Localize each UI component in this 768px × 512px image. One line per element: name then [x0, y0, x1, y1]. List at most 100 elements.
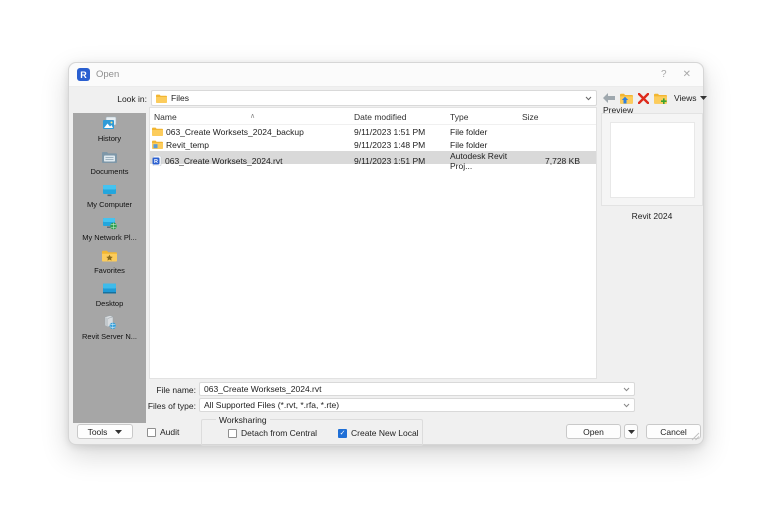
places-sidebar: History Documents My Computer My Network…: [73, 113, 146, 423]
file-name: 063_Create Worksets_2024_backup: [166, 126, 304, 137]
file-name-input[interactable]: 063_Create Worksets_2024.rvt: [199, 382, 635, 396]
svg-text:R: R: [154, 159, 158, 165]
history-icon: [101, 115, 118, 133]
back-button[interactable]: [603, 91, 615, 105]
file-name: 063_Create Worksets_2024.rvt: [165, 156, 283, 166]
revit-file-icon: R: [152, 156, 162, 166]
file-list-header: Name ∧ Date modified Type Size: [150, 108, 596, 125]
file-type: Autodesk Revit Proj...: [450, 151, 508, 171]
sidebar-item-label: History: [97, 134, 122, 143]
sidebar-item-label: My Network Pl...: [82, 233, 137, 242]
audit-option[interactable]: Audit: [147, 427, 179, 437]
folder-temp-icon: [152, 140, 163, 149]
views-label: Views: [674, 93, 697, 103]
sort-ascending-icon: ∧: [250, 113, 256, 120]
worksharing-label: Worksharing: [216, 415, 270, 425]
look-in-dropdown[interactable]: Files: [151, 90, 597, 106]
file-name-value: 063_Create Worksets_2024.rvt: [204, 384, 322, 394]
sidebar-item-my-computer[interactable]: My Computer: [73, 179, 146, 212]
revit-app-icon: R: [77, 68, 90, 81]
new-folder-button[interactable]: [654, 91, 667, 105]
help-button[interactable]: ?: [661, 69, 667, 80]
dialog-title: Open: [96, 69, 120, 80]
create-new-local-checkbox[interactable]: [338, 428, 347, 438]
chevron-down-icon: [623, 387, 630, 391]
sidebar-item-revit-server[interactable]: Revit Server N...: [73, 311, 146, 344]
sidebar-item-label: Favorites: [94, 266, 125, 275]
computer-icon: [101, 181, 118, 199]
chevron-down-icon: [623, 403, 630, 407]
file-date: 9/11/2023 1:51 PM: [354, 156, 426, 166]
file-row[interactable]: R 063_Create Worksets_2024.rvt 9/11/2023…: [150, 151, 596, 171]
folder-icon: [152, 127, 163, 136]
open-button[interactable]: Open: [566, 424, 621, 439]
views-caret-icon: [699, 96, 707, 100]
sidebar-item-label: Revit Server N...: [81, 332, 137, 341]
resize-grip[interactable]: [691, 432, 700, 441]
file-date: 9/11/2023 1:48 PM: [354, 139, 426, 150]
file-row[interactable]: 063_Create Worksets_2024_backup 9/11/202…: [150, 125, 596, 138]
sidebar-item-favorites[interactable]: Favorites: [73, 245, 146, 278]
audit-checkbox[interactable]: [147, 427, 156, 437]
file-type: File folder: [450, 126, 488, 137]
open-dialog: R Open ? ✕ Look in: Files Views History …: [68, 62, 707, 446]
file-size: 7,728 KB: [545, 156, 580, 166]
sidebar-item-desktop[interactable]: Desktop: [73, 278, 146, 311]
views-dropdown[interactable]: Views: [674, 93, 707, 103]
title-bar: R Open ? ✕: [69, 63, 703, 87]
open-button-label: Open: [583, 426, 604, 437]
back-arrow-icon: [603, 93, 615, 103]
tools-button[interactable]: Tools: [77, 424, 133, 439]
file-list: Name ∧ Date modified Type Size 063_Creat…: [149, 107, 597, 379]
toolbar: Views: [603, 90, 707, 106]
delete-x-icon: [638, 92, 649, 104]
folder-icon: [156, 94, 167, 103]
look-in-value: Files: [171, 93, 189, 103]
folder-up-icon: [620, 93, 633, 104]
preview-panel: [601, 113, 703, 206]
column-header-date[interactable]: Date modified: [354, 112, 406, 122]
audit-label: Audit: [160, 427, 180, 437]
preview-caption: Revit 2024: [631, 211, 673, 221]
chevron-down-icon: [585, 96, 592, 100]
sidebar-item-label: Desktop: [95, 299, 124, 308]
file-name: Revit_temp: [166, 139, 209, 150]
sidebar-item-history[interactable]: History: [73, 113, 146, 146]
folder-plus-icon: [654, 93, 667, 104]
favorites-icon: [101, 247, 118, 265]
file-name-label: File name:: [156, 385, 196, 395]
sidebar-item-documents[interactable]: Documents: [73, 146, 146, 179]
files-of-type-value: All Supported Files (*.rvt, *.rfa, *.rte…: [204, 400, 340, 410]
up-one-level-button[interactable]: [620, 91, 633, 105]
create-new-local-label: Create New Local: [351, 428, 419, 438]
open-dropdown-button[interactable]: [624, 424, 638, 439]
detach-from-central-option[interactable]: Detach from Central: [228, 428, 317, 438]
worksharing-group: Worksharing Detach from Central Create N…: [201, 415, 423, 446]
cancel-button-label: Cancel: [660, 426, 687, 437]
tools-label: Tools: [87, 426, 108, 437]
column-header-name[interactable]: Name: [154, 112, 177, 122]
files-of-type-label: Files of type:: [147, 401, 196, 411]
column-header-size[interactable]: Size: [522, 112, 539, 122]
preview-image: [610, 122, 695, 198]
tools-caret-icon: [115, 429, 123, 434]
sidebar-item-label: My Computer: [86, 200, 132, 209]
documents-icon: [101, 148, 118, 166]
look-in-label: Look in:: [117, 94, 147, 104]
file-date: 9/11/2023 1:51 PM: [354, 126, 426, 137]
network-places-icon: [101, 214, 118, 232]
delete-button[interactable]: [638, 91, 649, 105]
detach-label: Detach from Central: [241, 428, 318, 438]
detach-checkbox[interactable]: [228, 428, 237, 438]
file-row[interactable]: Revit_temp 9/11/2023 1:48 PM File folder: [150, 138, 596, 151]
open-caret-icon: [627, 429, 635, 434]
file-type: File folder: [450, 139, 488, 150]
server-network-icon: [101, 313, 118, 331]
desktop-icon: [101, 280, 118, 298]
close-button[interactable]: ✕: [683, 69, 691, 80]
create-new-local-option[interactable]: Create New Local: [338, 428, 419, 438]
column-header-type[interactable]: Type: [450, 112, 468, 122]
sidebar-item-my-network[interactable]: My Network Pl...: [73, 212, 146, 245]
sidebar-item-label: Documents: [90, 167, 129, 176]
files-of-type-dropdown[interactable]: All Supported Files (*.rvt, *.rfa, *.rte…: [199, 398, 635, 412]
